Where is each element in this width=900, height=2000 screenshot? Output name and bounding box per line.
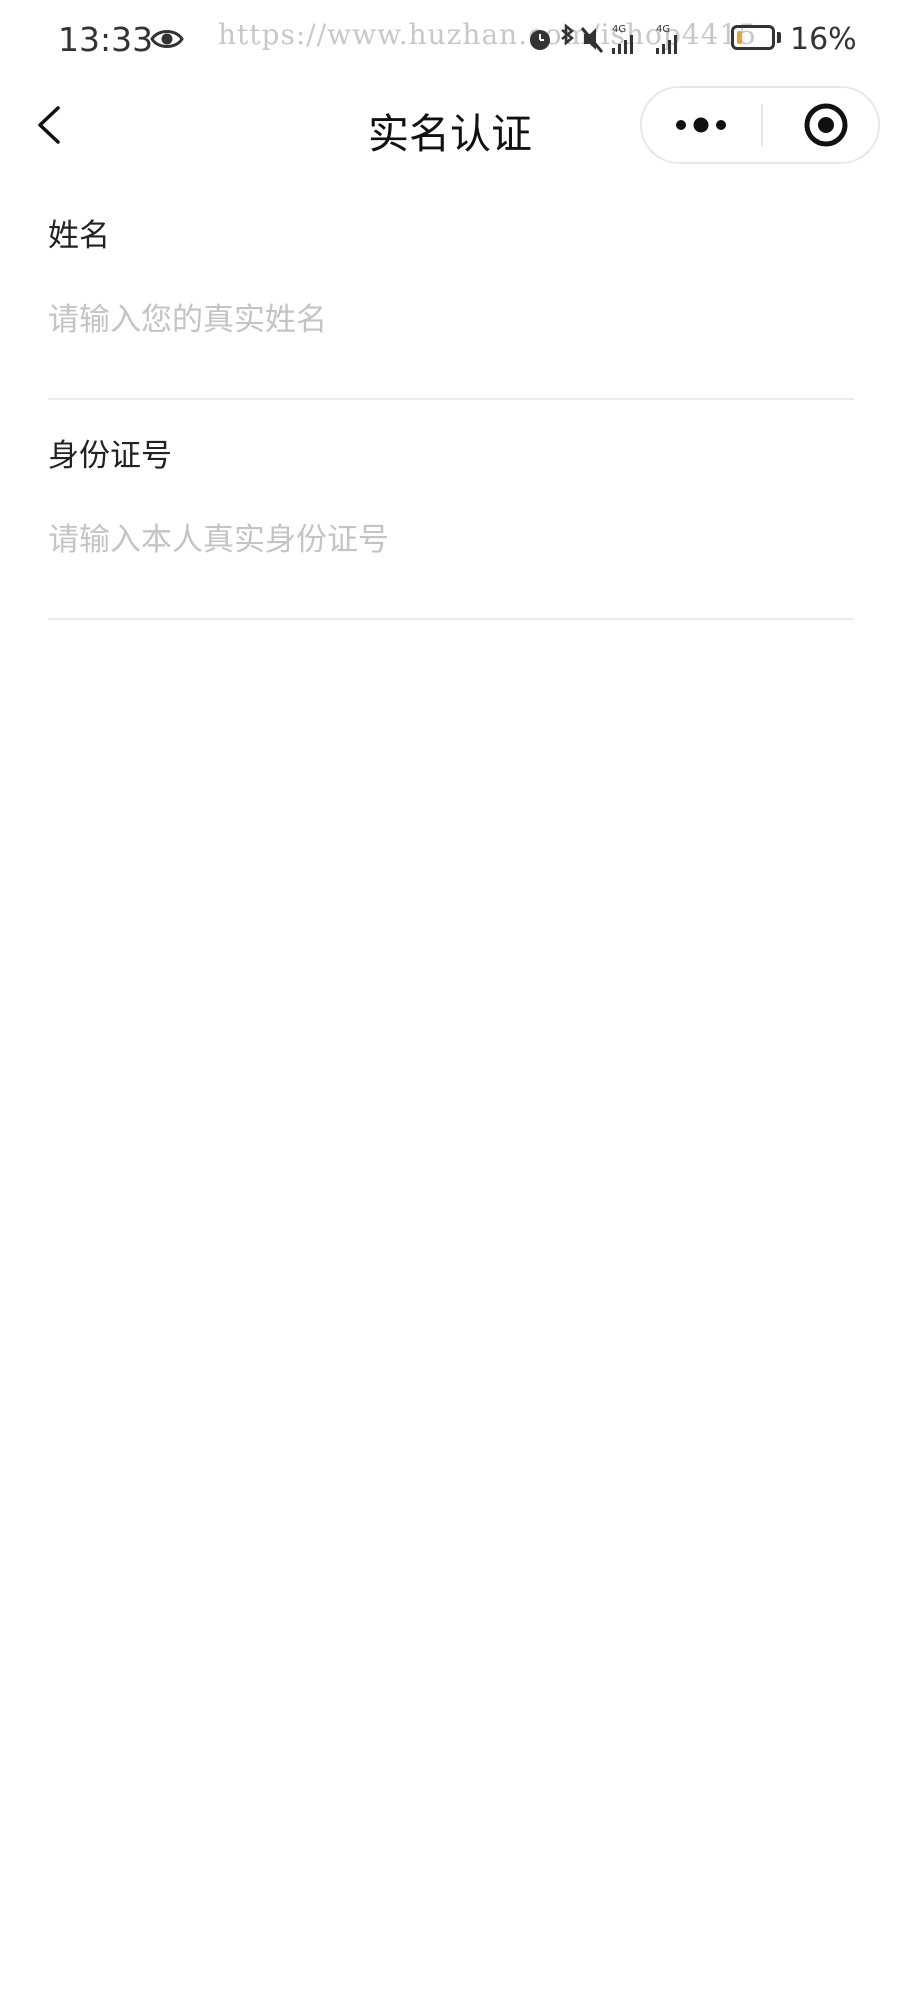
battery-level <box>737 31 742 44</box>
target-circle-icon <box>804 103 848 147</box>
status-icons: 4G 4G <box>530 23 677 54</box>
svg-text:4G: 4G <box>612 24 626 35</box>
status-bar: 13:33 https://www.huzhan.com/ishop4415 4… <box>0 0 900 80</box>
svg-text:4G: 4G <box>656 24 670 35</box>
name-label: 姓名 <box>48 218 110 254</box>
signal-4g-icon: 4G <box>656 24 677 54</box>
mini-program-capsule <box>640 86 880 164</box>
bluetooth-icon <box>561 23 574 46</box>
close-mini-program-button[interactable] <box>763 88 878 162</box>
id-number-field: 身份证号 <box>48 400 854 620</box>
id-number-label: 身份证号 <box>48 438 172 474</box>
status-time: 13:33 <box>58 20 154 59</box>
alarm-icon <box>530 30 550 50</box>
eye-icon <box>150 30 184 48</box>
nav-bar: 实名认证 <box>0 80 900 170</box>
signal-4g-icon: 4G <box>612 24 633 54</box>
battery-icon <box>731 25 775 50</box>
more-dots-icon <box>676 117 726 133</box>
battery-tip <box>777 32 781 43</box>
id-number-input[interactable] <box>48 510 854 570</box>
name-input[interactable] <box>48 290 854 350</box>
name-field: 姓名 <box>48 180 854 400</box>
mute-icon <box>580 27 604 53</box>
battery-percent: 16% <box>790 22 857 57</box>
more-button[interactable] <box>642 88 760 162</box>
